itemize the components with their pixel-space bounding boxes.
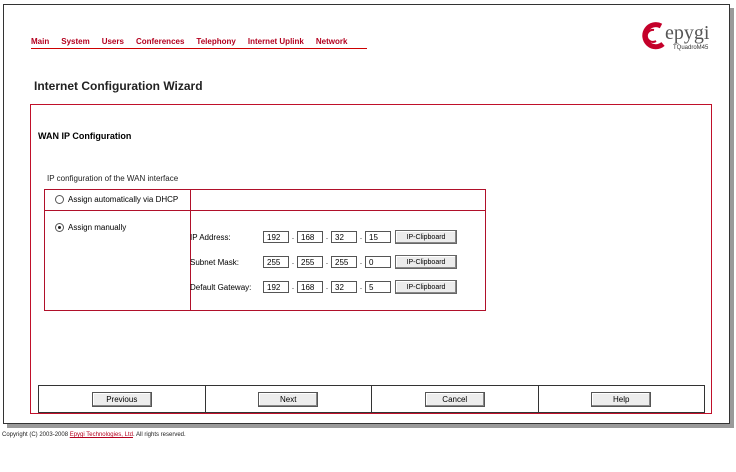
ip-address-octet-1[interactable] (263, 231, 289, 243)
copyright-suffix: . All rights reserved. (132, 432, 186, 438)
default-gateway-octet-1[interactable] (263, 281, 289, 293)
dhcp-label: Assign automatically via DHCP (68, 195, 179, 204)
nav-item-conferences[interactable]: Conferences (136, 37, 184, 46)
dot-separator: . (291, 257, 295, 266)
page-title: Internet Configuration Wizard (34, 79, 203, 93)
subnet-mask-row: Subnet Mask: . . . IP-Clipboard (190, 255, 457, 269)
table-divider (45, 210, 485, 211)
dot-separator: . (291, 282, 295, 291)
default-gateway-octet-3[interactable] (331, 281, 357, 293)
manual-radio[interactable] (55, 223, 64, 232)
subnet-mask-octet-3[interactable] (331, 256, 357, 268)
cancel-button[interactable]: Cancel (424, 391, 485, 407)
button-cell: Help (539, 386, 705, 412)
default-gateway-label: Default Gateway: (190, 282, 252, 292)
section-title: WAN IP Configuration (38, 131, 132, 141)
manual-option[interactable]: Assign manually (55, 223, 126, 232)
ip-address-octet-4[interactable] (365, 231, 391, 243)
nav-item-telephony[interactable]: Telephony (196, 37, 235, 46)
subnet-mask-octet-2[interactable] (297, 256, 323, 268)
dot-separator: . (359, 232, 363, 241)
device-model: TQuadroM45 (673, 45, 709, 51)
manual-label: Assign manually (68, 223, 127, 232)
ip-address-label: IP Address: (190, 232, 231, 242)
subnet-mask-octet-4[interactable] (365, 256, 391, 268)
ip-address-octet-3[interactable] (331, 231, 357, 243)
nav-item-main[interactable]: Main (31, 37, 49, 46)
nav-item-system[interactable]: System (61, 37, 89, 46)
nav-item-internet-uplink[interactable]: Internet Uplink (248, 37, 304, 46)
default-gateway-octet-4[interactable] (365, 281, 391, 293)
copyright-prefix: Copyright (C) 2003-2008 (2, 432, 70, 438)
logo-brand: epygi (665, 22, 710, 44)
button-cell: Next (206, 386, 372, 412)
default-gateway-octet-2[interactable] (297, 281, 323, 293)
epygi-logo: epygi TQuadroM45 (637, 20, 717, 56)
dot-separator: . (325, 232, 329, 241)
next-button[interactable]: Next (258, 391, 319, 407)
dot-separator: . (359, 257, 363, 266)
dhcp-radio[interactable] (55, 195, 64, 204)
ip-address-octet-2[interactable] (297, 231, 323, 243)
dot-separator: . (325, 257, 329, 266)
copyright-notice: Copyright (C) 2003-2008 Epygi Technologi… (2, 432, 186, 438)
ip-address-row: IP Address: . . . IP-Clipboard (190, 230, 457, 244)
subnet-mask-label: Subnet Mask: (190, 257, 239, 267)
help-button[interactable]: Help (591, 391, 652, 407)
button-cell: Previous (39, 386, 206, 412)
dot-separator: . (325, 282, 329, 291)
subnet-mask-octet-1[interactable] (263, 256, 289, 268)
ip-address-clipboard-button[interactable]: IP-Clipboard (395, 230, 457, 244)
nav-item-users[interactable]: Users (102, 37, 124, 46)
button-cell: Cancel (372, 386, 539, 412)
wizard-button-bar: Previous Next Cancel Help (38, 385, 705, 413)
default-gateway-clipboard-button[interactable]: IP-Clipboard (395, 280, 457, 294)
dot-separator: . (359, 282, 363, 291)
default-gateway-row: Default Gateway: . . . IP-Clipboard (190, 280, 457, 294)
nav-item-network[interactable]: Network (316, 37, 348, 46)
dot-separator: . (291, 232, 295, 241)
previous-button[interactable]: Previous (91, 391, 152, 407)
top-navigation: Main System Users Conferences Telephony … (31, 34, 368, 49)
ip-config-label: IP configuration of the WAN interface (47, 174, 179, 183)
subnet-mask-clipboard-button[interactable]: IP-Clipboard (395, 255, 457, 269)
dhcp-option[interactable]: Assign automatically via DHCP (55, 195, 178, 204)
company-link[interactable]: Epygi Technologies, Ltd (70, 432, 133, 438)
